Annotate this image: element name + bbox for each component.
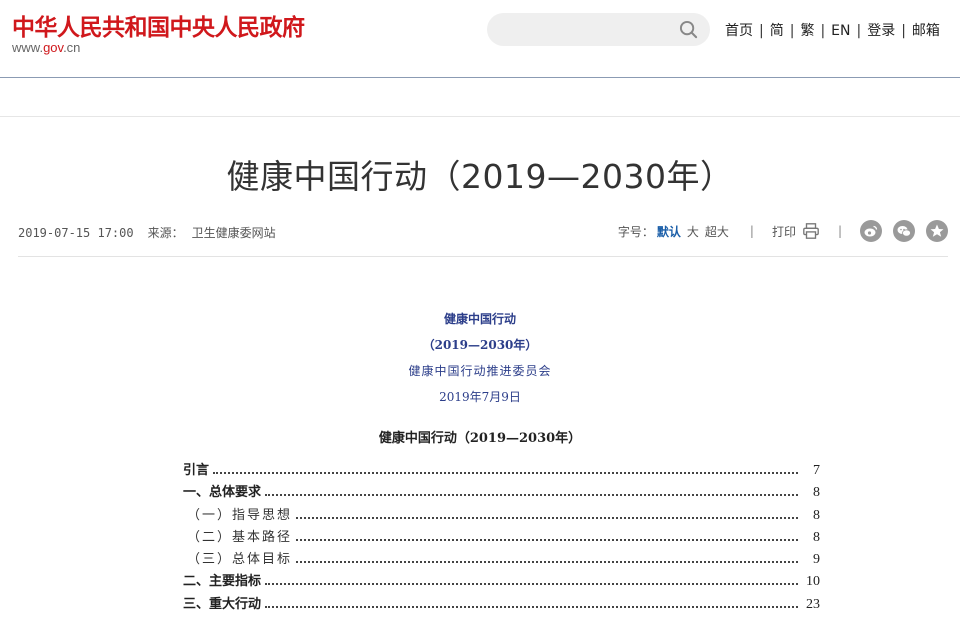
nav-english[interactable]: EN — [828, 23, 853, 39]
doc-heading-committee: 健康中国行动推进委员会 — [408, 364, 552, 378]
toc-item-label: （三）总体目标 — [187, 552, 293, 568]
nav-login[interactable]: 登录 — [864, 20, 898, 40]
nav-separator: | — [820, 23, 826, 39]
toc-item-page: 9 — [813, 552, 820, 568]
nav-separator: | — [901, 23, 906, 39]
toc-leader-dots — [265, 605, 798, 608]
sub-navigation-bar — [0, 79, 960, 117]
toc-item-label: （二）基本路径 — [187, 529, 293, 545]
table-of-contents: 引言 7 一、总体要求 8 （一）指导思想 8 （二）基本路径 8 （三）总体目标 9 二… — [183, 459, 820, 615]
article-title: 健康中国行动（2019—2030年） — [226, 157, 734, 196]
publish-date: 2019-07-15 17:00 — [18, 226, 134, 240]
printer-icon[interactable] — [802, 222, 820, 240]
toc-item: （一）指导思想 8 — [183, 504, 820, 526]
toc-item-label: 引言 — [183, 463, 210, 478]
toc-item: （三）总体目标 9 — [183, 548, 820, 570]
toc-item: 引言 7 — [183, 459, 820, 481]
article-tools: 字号： 默认 大 超大 | 打印 | — [618, 220, 948, 242]
wechat-icon[interactable] — [893, 220, 915, 242]
toc-leader-dots — [296, 561, 798, 564]
tool-separator: | — [837, 224, 842, 238]
doc-heading-years: （2019—2030年） — [422, 338, 538, 352]
toc-item-label: 三、重大行动 — [183, 596, 262, 612]
toc-leader-dots — [296, 516, 798, 519]
source-name: 卫生健康委网站 — [191, 226, 276, 240]
favorite-icon[interactable] — [926, 220, 948, 242]
nav-separator: | — [759, 23, 764, 39]
toc-item-page: 8 — [813, 507, 820, 523]
toc-item: （二）基本路径 8 — [183, 526, 820, 548]
toc-title: 健康中国行动（2019—2030年） — [378, 431, 582, 446]
search-icon[interactable] — [679, 20, 698, 39]
source-label: 来源： — [147, 226, 184, 240]
toc-item-page: 8 — [813, 485, 820, 501]
toc-item-label: 二、主要指标 — [183, 574, 262, 590]
toc-item-page: 23 — [806, 596, 820, 612]
font-size-label: 字号： — [617, 224, 654, 239]
doc-heading-date: 2019年7月9日 — [439, 390, 521, 404]
toc-item: 一、总体要求 8 — [183, 481, 820, 503]
search-input[interactable] — [487, 13, 710, 46]
article-meta: 2019-07-15 17:00 来源： 卫生健康委网站 — [18, 224, 276, 241]
toc-leader-dots — [265, 583, 798, 586]
print-label[interactable]: 打印 — [772, 223, 796, 240]
toc-leader-dots — [213, 472, 798, 474]
logo-url-suffix: .cn — [63, 40, 81, 55]
toc-item-label: 一、总体要求 — [183, 485, 262, 501]
toc-leader-dots — [296, 538, 798, 541]
nav-simplified[interactable]: 简 — [767, 20, 787, 40]
logo-url-mid: gov — [43, 40, 64, 55]
nav-traditional[interactable]: 繁 — [797, 20, 817, 40]
toc-item-page: 7 — [813, 463, 820, 478]
top-nav: 首页 | 简 | 繁 | EN | 登录 | 邮箱 — [722, 20, 943, 40]
logo-url-prefix: www. — [12, 40, 44, 55]
toc-item-page: 8 — [813, 529, 820, 545]
site-logo-title[interactable]: 中华人民共和国中央人民政府 — [12, 8, 305, 42]
nav-separator: | — [789, 23, 795, 39]
site-header: 中华人民共和国中央人民政府 www.gov.cn 首页 | 简 | 繁 | EN | 登录 | 邮箱 — [0, 0, 960, 78]
font-size-xlarge[interactable]: 超大 — [705, 223, 729, 240]
toc-item-label: （一）指导思想 — [187, 507, 293, 523]
doc-heading-title: 健康中国行动 — [443, 312, 516, 326]
nav-mail[interactable]: 邮箱 — [909, 20, 943, 40]
meta-divider — [18, 256, 948, 257]
toc-item: 二、主要指标 10 — [183, 570, 820, 592]
nav-separator: | — [856, 23, 862, 39]
nav-home[interactable]: 首页 — [722, 20, 756, 40]
toc-item-page: 10 — [806, 574, 820, 590]
site-logo-url[interactable]: www.gov.cn — [12, 40, 80, 55]
toc-item: 三、重大行动 23 — [183, 593, 820, 615]
toc-leader-dots — [265, 494, 798, 497]
tool-separator: | — [749, 224, 754, 238]
font-size-default[interactable]: 默认 — [657, 223, 681, 240]
font-size-large[interactable]: 大 — [687, 223, 699, 240]
weibo-icon[interactable] — [860, 220, 882, 242]
